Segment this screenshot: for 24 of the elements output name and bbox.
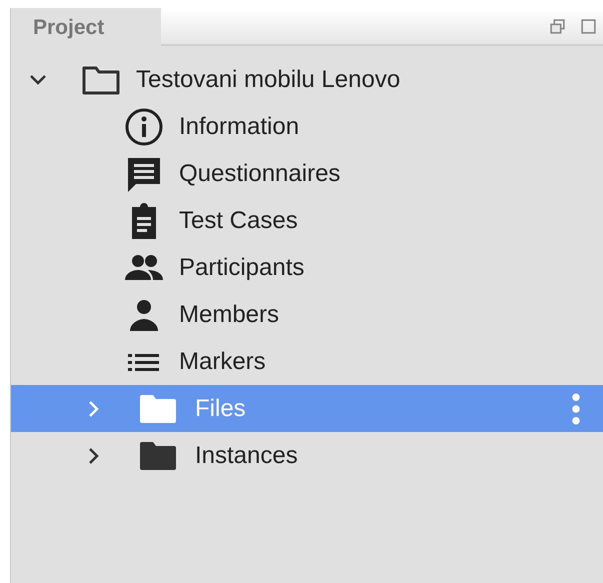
tree-item[interactable]: Instances bbox=[11, 432, 603, 479]
item-label: Test Cases bbox=[179, 206, 298, 234]
item-label: Participants bbox=[179, 254, 304, 282]
item-label: Information bbox=[179, 112, 300, 140]
tree-item[interactable]: Members bbox=[11, 291, 603, 338]
more-icon[interactable] bbox=[571, 392, 581, 424]
tree-item[interactable]: Questionnaires bbox=[11, 150, 603, 197]
item-label: Files bbox=[195, 394, 246, 422]
item-label: Members bbox=[179, 300, 280, 328]
item-label: Questionnaires bbox=[179, 160, 340, 188]
folder-icon bbox=[81, 64, 121, 96]
tree-item[interactable]: Participants bbox=[11, 244, 603, 291]
tree-row[interactable]: Testovani mobilu Lenovo bbox=[11, 56, 603, 103]
item-label: Markers bbox=[179, 348, 266, 376]
info-icon bbox=[124, 106, 164, 146]
folder-icon bbox=[138, 392, 178, 424]
tree-item[interactable]: Markers bbox=[11, 338, 603, 385]
tree-item[interactable]: Information bbox=[11, 103, 603, 150]
maximize-icon[interactable] bbox=[580, 18, 597, 34]
tree-item[interactable]: Test Cases bbox=[11, 197, 603, 244]
restore-icon[interactable] bbox=[549, 18, 566, 34]
project-name: Testovani mobilu Lenovo bbox=[136, 66, 400, 94]
item-label: Instances bbox=[195, 442, 298, 470]
folder-icon bbox=[138, 440, 178, 472]
